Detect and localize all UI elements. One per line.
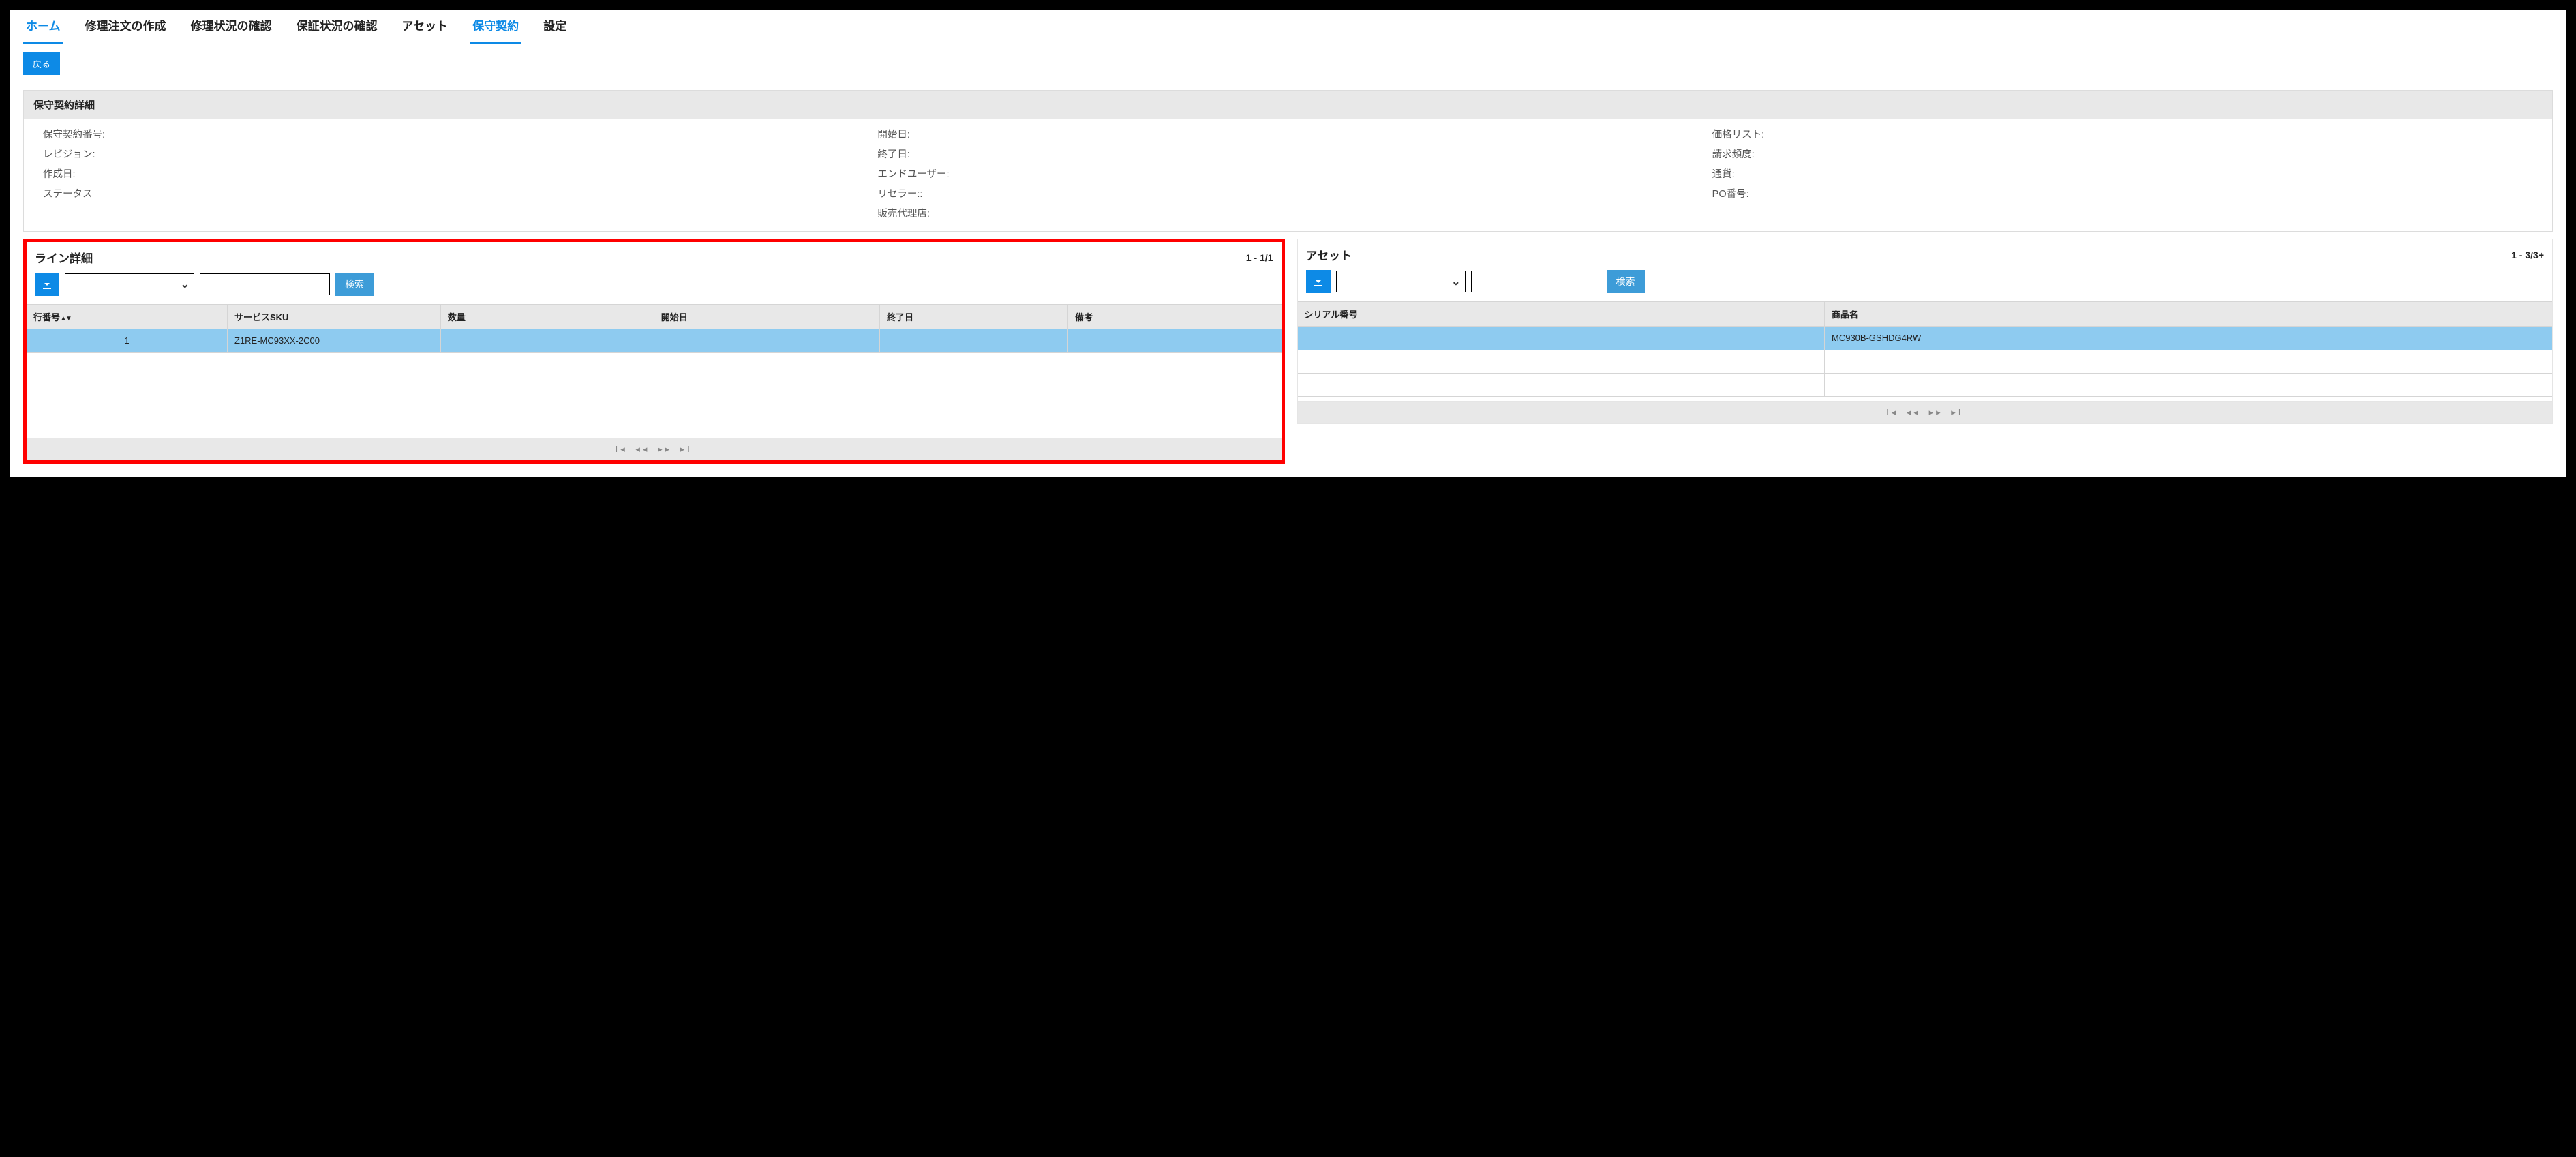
pager-last-icon[interactable]: ▸I [679, 444, 694, 454]
label-created: 作成日: [43, 166, 864, 181]
cell-product [1825, 350, 2553, 373]
table-row[interactable] [1298, 373, 2553, 396]
assets-table: シリアル番号 商品名 [1298, 301, 2553, 327]
tab-warranty-status[interactable]: 保証状況の確認 [294, 10, 380, 44]
table-row[interactable] [1298, 350, 2553, 373]
pager-next-icon[interactable]: ▸▸ [1928, 407, 1945, 417]
cell-qty [440, 329, 654, 352]
cell-sku: Z1RE-MC93XX-2C00 [227, 329, 440, 352]
pager-first-icon[interactable]: I◂ [614, 444, 629, 454]
main-tabs: ホーム 修理注文の作成 修理状況の確認 保証状況の確認 アセット 保守契約 設定 [10, 10, 2566, 44]
contract-detail-panel: 保守契約詳細 保守契約番号: レビジョン: 作成日: ステータス 開始日: 終了… [23, 90, 2553, 232]
lines-search-button[interactable]: 検索 [335, 273, 374, 296]
lines-search-input[interactable] [200, 273, 330, 295]
lines-download-button[interactable] [35, 273, 59, 296]
chevron-down-icon: ⌄ [181, 277, 190, 291]
label-status: ステータス [43, 186, 864, 200]
line-details-title: ライン詳細 [35, 249, 93, 266]
cell-serial [1298, 373, 1825, 396]
label-start-date: 開始日: [877, 127, 1698, 141]
table-row[interactable]: 1 Z1RE-MC93XX-2C00 [27, 329, 1282, 352]
tab-contracts[interactable]: 保守契約 [470, 10, 521, 44]
col-product[interactable]: 商品名 [1825, 302, 2553, 327]
lines-pager: I◂ ◂◂ ▸▸ ▸I [27, 438, 1282, 460]
cell-end [880, 329, 1068, 352]
assets-filter-select[interactable]: ⌄ [1336, 271, 1466, 292]
label-end-user: エンドユーザー: [877, 166, 1698, 181]
col-serial[interactable]: シリアル番号 [1298, 302, 1825, 327]
back-button[interactable]: 戻る [23, 52, 60, 75]
label-end-date: 終了日: [877, 147, 1698, 161]
col-row-no[interactable]: 行番号▲▼ [27, 305, 227, 329]
contract-detail-title: 保守契約詳細 [24, 91, 2552, 119]
cell-notes [1068, 329, 1282, 352]
col-qty[interactable]: 数量 [440, 305, 654, 329]
col-sku[interactable]: サービスSKU [227, 305, 440, 329]
line-details-count: 1 - 1/1 [1246, 252, 1273, 263]
pager-prev-icon[interactable]: ◂◂ [1905, 407, 1922, 417]
assets-search-input[interactable] [1471, 271, 1601, 292]
cell-serial [1298, 350, 1825, 373]
assets-download-button[interactable] [1306, 270, 1331, 293]
tab-create-repair[interactable]: 修理注文の作成 [82, 10, 169, 44]
label-distributor: 販売代理店: [877, 206, 1698, 220]
assets-pager: I◂ ◂◂ ▸▸ ▸I [1298, 402, 2553, 423]
assets-search-button[interactable]: 検索 [1607, 270, 1645, 293]
lines-table: 行番号▲▼ サービスSKU 数量 開始日 終了日 備考 [27, 304, 1282, 329]
pager-last-icon[interactable]: ▸I [1950, 407, 1965, 417]
assets-title: アセット [1306, 246, 1352, 263]
pager-next-icon[interactable]: ▸▸ [656, 444, 673, 454]
tab-settings[interactable]: 設定 [541, 10, 569, 44]
label-billing-freq: 請求頻度: [1712, 147, 2533, 161]
table-row[interactable]: MC930B-GSHDG4RW [1298, 327, 2553, 350]
tab-repair-status[interactable]: 修理状況の確認 [188, 10, 275, 44]
tab-home[interactable]: ホーム [23, 10, 63, 44]
label-contract-no: 保守契約番号: [43, 127, 864, 141]
col-end[interactable]: 終了日 [880, 305, 1068, 329]
pager-first-icon[interactable]: I◂ [1885, 407, 1900, 417]
label-currency: 通貨: [1712, 166, 2533, 181]
label-reseller: リセラー:: [877, 186, 1698, 200]
line-details-card: ライン詳細 1 - 1/1 ⌄ 検索 行番号▲▼ サービスSKU [23, 239, 1285, 464]
label-revision: レビジョン: [43, 147, 864, 161]
assets-count: 1 - 3/3+ [2511, 250, 2544, 260]
tab-assets[interactable]: アセット [399, 10, 451, 44]
cell-product: MC930B-GSHDG4RW [1825, 327, 2553, 350]
cell-serial [1298, 327, 1825, 350]
label-price-list: 価格リスト: [1712, 127, 2533, 141]
cell-row-no: 1 [27, 329, 227, 352]
download-icon [42, 279, 52, 290]
cell-start [654, 329, 879, 352]
assets-card: アセット 1 - 3/3+ ⌄ 検索 シリアル番号 商品名 [1297, 239, 2554, 424]
cell-product [1825, 373, 2553, 396]
download-icon [1313, 276, 1324, 287]
pager-prev-icon[interactable]: ◂◂ [634, 444, 651, 454]
label-po: PO番号: [1712, 186, 2533, 200]
lines-filter-select[interactable]: ⌄ [65, 273, 194, 295]
col-notes[interactable]: 備考 [1068, 305, 1282, 329]
sort-icon: ▲▼ [60, 315, 71, 322]
col-start[interactable]: 開始日 [654, 305, 879, 329]
chevron-down-icon: ⌄ [1451, 275, 1460, 288]
